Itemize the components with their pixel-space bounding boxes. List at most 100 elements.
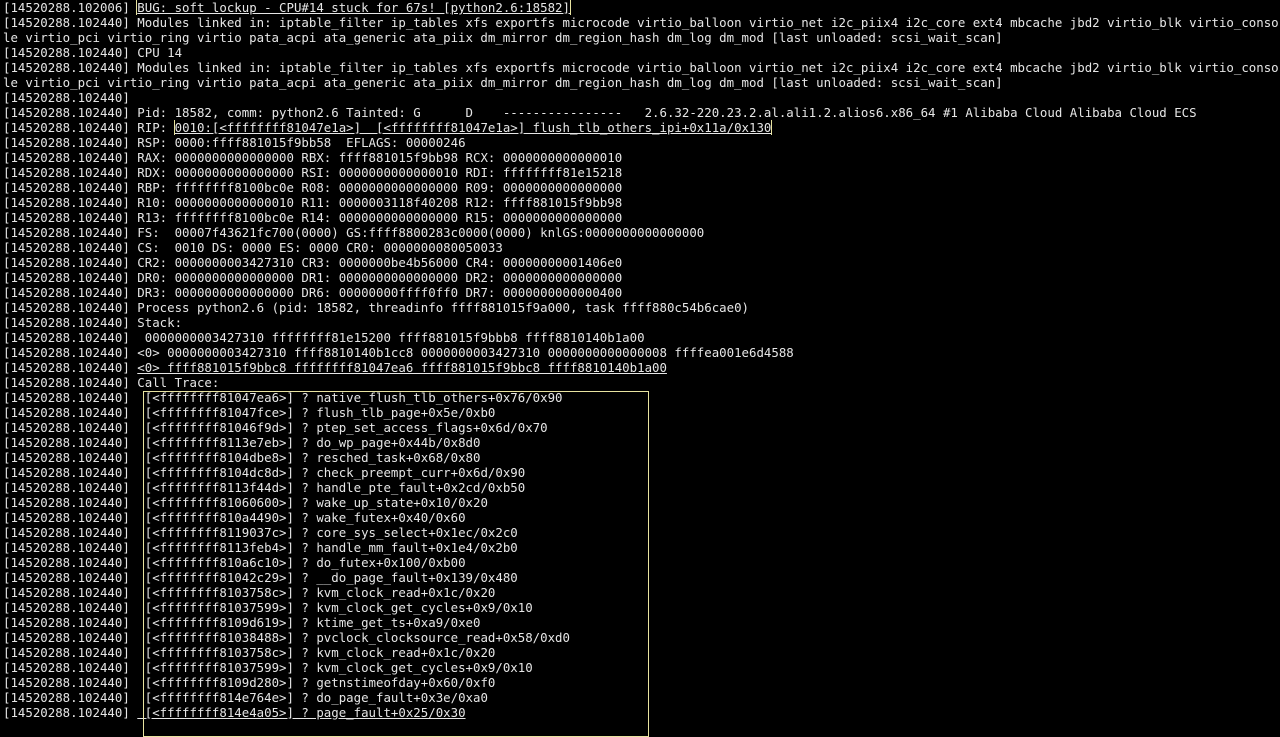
log-timestamp: [14520288.102440] [3,390,130,405]
log-message: [<ffffffff8103758c>] ? kvm_clock_read+0x… [137,645,496,660]
log-message: Call Trace: [137,375,220,390]
terminal-line: [14520288.102440] Call Trace: [3,375,1280,390]
terminal-line: [14520288.102440] [<ffffffff81047fce>] ?… [3,405,1280,420]
log-timestamp: [14520288.102440] [3,660,130,675]
log-message: Pid: 18582, comm: python2.6 Tainted: G D… [137,105,1197,120]
terminal-line: [14520288.102440] [<ffffffff8119037c>] ?… [3,525,1280,540]
terminal-line: [14520288.102440] R10: 0000000000000010 … [3,195,1280,210]
log-timestamp: [14520288.102440] [3,510,130,525]
log-timestamp: [14520288.102440] [3,60,130,75]
log-message: R13: ffffffff8100bc0e R14: 0000000000000… [137,210,623,225]
log-timestamp: [14520288.102440] [3,420,130,435]
log-message: CR2: 0000000003427310 CR3: 0000000be4b56… [137,255,623,270]
terminal-line: [14520288.102440] R13: ffffffff8100bc0e … [3,210,1280,225]
log-timestamp: [14520288.102440] [3,90,130,105]
log-timestamp: [14520288.102440] [3,180,130,195]
log-message: [<ffffffff81042c29>] ? __do_page_fault+0… [137,570,518,585]
log-message: Modules linked in: iptable_filter ip_tab… [3,15,1279,45]
log-timestamp: [14520288.102440] [3,300,130,315]
terminal-line: [14520288.102440] [<ffffffff8113f44d>] ?… [3,480,1280,495]
terminal-line: [14520288.102440] [3,90,1280,105]
log-message: [<ffffffff814e764e>] ? do_page_fault+0x3… [137,690,488,705]
terminal-line: [14520288.102440] [<ffffffff8103758c>] ?… [3,645,1280,660]
log-timestamp: [14520288.102440] [3,225,130,240]
log-timestamp: [14520288.102440] [3,435,130,450]
log-timestamp: [14520288.102440] [3,615,130,630]
terminal-line: [14520288.102440] [<ffffffff8103758c>] ?… [3,585,1280,600]
log-message: [<ffffffff814e4a05>] ? page_fault+0x25/0… [137,705,466,720]
terminal-line: [14520288.102440] [<ffffffff8113feb4>] ?… [3,540,1280,555]
log-message: [<ffffffff8109d280>] ? getnstimeofday+0x… [137,675,496,690]
log-message: [<ffffffff81038488>] ? pvclock_clocksour… [137,630,570,645]
terminal-line: [14520288.102440] [<ffffffff8104dbe8>] ?… [3,450,1280,465]
log-message: 0000000003427310 ffffffff81e15200 ffff88… [137,330,645,345]
terminal-line: [14520288.102006] BUG: soft lockup - CPU… [3,0,1280,15]
log-timestamp: [14520288.102440] [3,705,130,720]
log-timestamp: [14520288.102440] [3,150,130,165]
terminal-line: [14520288.102440] DR0: 0000000000000000 … [3,270,1280,285]
terminal-line: [14520288.102440] [<ffffffff810a6c10>] ?… [3,555,1280,570]
log-message: [<ffffffff8104dc8d>] ? check_preempt_cur… [137,465,526,480]
log-timestamp: [14520288.102440] [3,315,130,330]
terminal-line: [14520288.102440] Modules linked in: ipt… [3,15,1280,45]
log-timestamp: [14520288.102440] [3,600,130,615]
log-timestamp: [14520288.102440] [3,105,130,120]
log-message: Process python2.6 (pid: 18582, threadinf… [137,300,749,315]
log-timestamp: [14520288.102440] [3,345,130,360]
log-message: [<ffffffff810a6c10>] ? do_futex+0x100/0x… [137,555,466,570]
log-message: [<ffffffff8109d619>] ? ktime_get_ts+0xa9… [137,615,481,630]
terminal-line: [14520288.102440] CR2: 0000000003427310 … [3,255,1280,270]
log-timestamp: [14520288.102440] [3,480,130,495]
terminal-line: [14520288.102440] RBP: ffffffff8100bc0e … [3,180,1280,195]
log-timestamp: [14520288.102440] [3,285,130,300]
log-message: [<ffffffff8103758c>] ? kvm_clock_read+0x… [137,585,496,600]
highlighted-log-message: 0010:[<ffffffff81047e1a>] [<ffffffff8104… [173,120,773,135]
terminal-window[interactable]: [14520288.102006] BUG: soft lockup - CPU… [0,0,1280,737]
log-message: [<ffffffff81047ea6>] ? native_flush_tlb_… [137,390,563,405]
log-timestamp: [14520288.102440] [3,15,130,30]
terminal-line: [14520288.102440] Process python2.6 (pid… [3,300,1280,315]
terminal-line: [14520288.102440] [<ffffffff81047ea6>] ?… [3,390,1280,405]
terminal-line: [14520288.102440] Stack: [3,315,1280,330]
log-timestamp: [14520288.102440] [3,630,130,645]
log-message: [<ffffffff81047fce>] ? flush_tlb_page+0x… [137,405,496,420]
log-message: [<ffffffff8113f44d>] ? handle_pte_fault+… [137,480,526,495]
log-message: [<ffffffff81060600>] ? wake_up_state+0x1… [137,495,488,510]
terminal-line: [14520288.102440] [<ffffffff814e4a05>] ?… [3,705,1280,720]
log-timestamp: [14520288.102440] [3,495,130,510]
terminal-line: [14520288.102440] Pid: 18582, comm: pyth… [3,105,1280,120]
log-timestamp: [14520288.102440] [3,210,130,225]
terminal-line: [14520288.102440] 0000000003427310 fffff… [3,330,1280,345]
log-timestamp: [14520288.102440] [3,540,130,555]
log-message: DR3: 0000000000000000 DR6: 00000000ffff0… [137,285,623,300]
terminal-line: [14520288.102440] [<ffffffff81042c29>] ?… [3,570,1280,585]
log-message: Modules linked in: iptable_filter ip_tab… [3,60,1279,90]
log-message: RSP: 0000:ffff881015f9bb58 EFLAGS: 00000… [137,135,466,150]
log-timestamp: [14520288.102440] [3,585,130,600]
terminal-line: [14520288.102440] [<ffffffff81037599>] ?… [3,660,1280,675]
log-message: [<ffffffff81037599>] ? kvm_clock_get_cyc… [137,660,533,675]
log-timestamp: [14520288.102440] [3,645,130,660]
log-timestamp: [14520288.102440] [3,135,130,150]
terminal-line: [14520288.102440] RIP: 0010:[<ffffffff81… [3,120,1280,135]
log-message-prefix: RIP: [137,120,175,135]
terminal-line: [14520288.102440] [<ffffffff8109d619>] ?… [3,615,1280,630]
log-message: RBP: ffffffff8100bc0e R08: 0000000000000… [137,180,623,195]
log-message: DR0: 0000000000000000 DR1: 0000000000000… [137,270,623,285]
log-timestamp: [14520288.102440] [3,255,130,270]
log-message: <0> 0000000003427310 ffff8810140b1cc8 00… [137,345,794,360]
log-message: CS: 0010 DS: 0000 ES: 0000 CR0: 00000000… [137,240,503,255]
log-message: FS: 00007f43621fc700(0000) GS:ffff880028… [137,225,705,240]
terminal-line: [14520288.102440] [<ffffffff81046f9d>] ?… [3,420,1280,435]
log-timestamp: [14520288.102440] [3,120,130,135]
log-message: [<ffffffff810a4490>] ? wake_futex+0x40/0… [137,510,466,525]
log-timestamp: [14520288.102440] [3,675,130,690]
log-message: R10: 0000000000000010 R11: 0000003118f40… [137,195,623,210]
log-timestamp: [14520288.102440] [3,375,130,390]
terminal-line: [14520288.102440] [<ffffffff81060600>] ?… [3,495,1280,510]
terminal-line: [14520288.102440] RDX: 0000000000000000 … [3,165,1280,180]
log-message: RAX: 0000000000000000 RBX: ffff881015f9b… [137,150,623,165]
log-timestamp: [14520288.102440] [3,195,130,210]
terminal-line: [14520288.102440] [<ffffffff81038488>] ?… [3,630,1280,645]
terminal-line: [14520288.102440] [<ffffffff8113e7eb>] ?… [3,435,1280,450]
